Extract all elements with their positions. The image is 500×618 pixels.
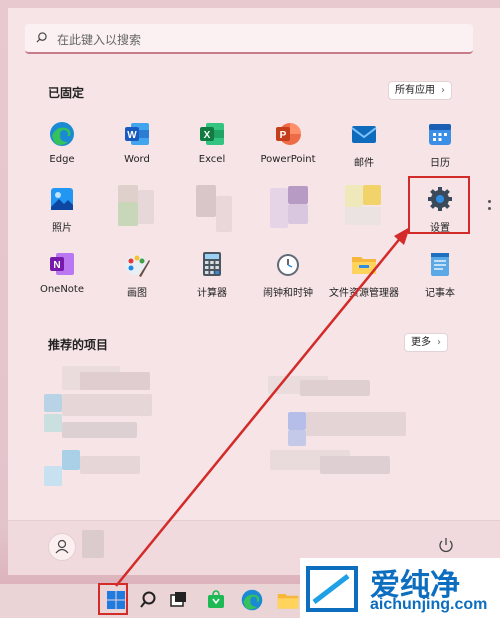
watermark: 爱纯净 aichunjing.com: [300, 558, 500, 618]
annotation-arrow: [115, 227, 410, 587]
watermark-url: aichunjing.com: [370, 596, 488, 613]
watermark-logo-icon: [306, 566, 358, 612]
